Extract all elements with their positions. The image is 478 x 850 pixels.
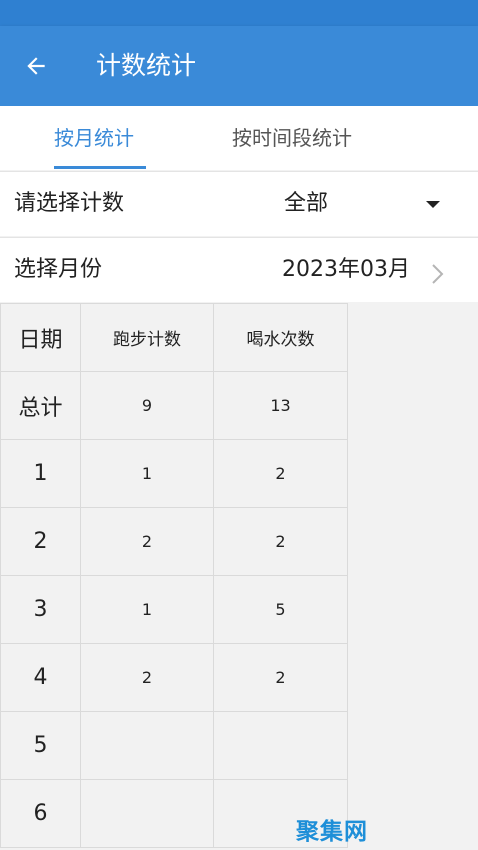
month-selector[interactable]: 选择月份 2023年03月	[0, 237, 478, 302]
running-count-cell	[80, 711, 214, 780]
table-header-row: 日期 跑步计数 喝水次数	[0, 303, 348, 372]
row-date: 总计	[0, 371, 81, 440]
table-row: 4 2 2	[0, 643, 348, 712]
header-water-count: 喝水次数	[213, 303, 348, 372]
stats-table: 日期 跑步计数 喝水次数 总计 9 13 1 1 2 2 2 2 3 1 5 4…	[0, 303, 348, 848]
running-count-cell	[80, 779, 214, 848]
row-date: 4	[0, 643, 81, 712]
row-date: 6	[0, 779, 81, 848]
counter-type-value[interactable]: 全部	[284, 172, 328, 236]
tab-bar: 按月统计 按时间段统计	[0, 106, 478, 170]
month-label: 选择月份	[14, 257, 103, 282]
table-row: 2 2 2	[0, 507, 348, 576]
running-count-cell: 2	[80, 643, 214, 712]
table-row: 1 1 2	[0, 439, 348, 508]
counter-type-label: 请选择计数	[14, 191, 125, 216]
tab-monthly[interactable]: 按月统计	[54, 106, 134, 170]
water-count-cell: 2	[213, 643, 348, 712]
row-date: 3	[0, 575, 81, 644]
page-title: 计数统计	[96, 51, 197, 80]
dropdown-arrow-icon[interactable]	[426, 201, 440, 208]
water-count-cell: 5	[213, 575, 348, 644]
tab-period[interactable]: 按时间段统计	[232, 106, 352, 170]
chevron-right-icon[interactable]	[430, 262, 446, 286]
water-count-cell	[213, 711, 348, 780]
table-row: 3 1 5	[0, 575, 348, 644]
table-row: 5	[0, 711, 348, 780]
arrow-left-icon	[27, 57, 45, 75]
table-row-total: 总计 9 13	[0, 371, 348, 440]
running-count-cell: 1	[80, 439, 214, 508]
row-date: 1	[0, 439, 81, 508]
header-running-count: 跑步计数	[80, 303, 214, 372]
running-count-cell: 2	[80, 507, 214, 576]
row-date: 5	[0, 711, 81, 780]
app-bar: 计数统计	[0, 26, 478, 106]
month-value[interactable]: 2023年03月	[282, 238, 410, 302]
stats-table-container: 日期 跑步计数 喝水次数 总计 9 13 1 1 2 2 2 2 3 1 5 4…	[0, 303, 478, 850]
counter-type-selector[interactable]: 请选择计数 全部	[0, 171, 478, 236]
header-date: 日期	[0, 303, 81, 372]
running-count-cell: 9	[80, 371, 214, 440]
water-count-cell: 13	[213, 371, 348, 440]
active-tab-indicator	[54, 166, 146, 169]
row-date: 2	[0, 507, 81, 576]
status-bar	[0, 0, 478, 26]
water-count-cell: 2	[213, 439, 348, 508]
watermark-logo: 聚集网	[296, 819, 368, 845]
water-count-cell: 2	[213, 507, 348, 576]
back-button[interactable]	[14, 44, 58, 88]
running-count-cell: 1	[80, 575, 214, 644]
